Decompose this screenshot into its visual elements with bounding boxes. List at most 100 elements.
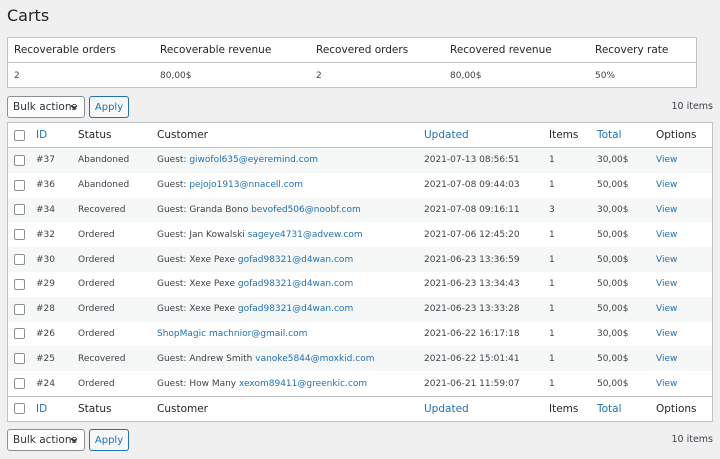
column-header-updated[interactable]: Updated bbox=[424, 123, 469, 147]
column-header-id[interactable]: ID bbox=[36, 123, 47, 147]
cart-status: Recovered bbox=[78, 204, 126, 215]
cart-status: Abandoned bbox=[78, 180, 130, 191]
row-checkbox[interactable] bbox=[14, 179, 25, 191]
cart-items: 3 bbox=[549, 204, 555, 215]
cart-customer: Guest: Xexe Pexe gofad98321@d4wan.com bbox=[157, 272, 353, 297]
column-footer-updated[interactable]: Updated bbox=[424, 397, 469, 421]
cart-status: Ordered bbox=[78, 378, 115, 389]
view-link[interactable]: View bbox=[656, 247, 677, 272]
customer-email-link[interactable]: sageye4731@advew.com bbox=[248, 230, 363, 240]
cart-items: 1 bbox=[549, 279, 555, 290]
cart-customer: Guest: giwofol635@eyeremind.com bbox=[157, 148, 318, 173]
view-link[interactable]: View bbox=[656, 371, 677, 396]
column-header-status: Status bbox=[78, 129, 112, 141]
view-link[interactable]: View bbox=[656, 222, 677, 247]
carts-table: ID Status Customer Updated Items Total O… bbox=[7, 122, 713, 422]
cart-total: 50,00$ bbox=[597, 254, 629, 265]
bulk-actions-select-bottom[interactable]: Bulk actions bbox=[7, 429, 85, 451]
row-checkbox[interactable] bbox=[14, 353, 25, 365]
cart-status: Ordered bbox=[78, 304, 115, 315]
table-row: #24 Ordered Guest: How Many xexom89411@gre… bbox=[8, 371, 712, 396]
row-checkbox[interactable] bbox=[14, 303, 25, 315]
cart-updated: 2021-07-06 12:45:20 bbox=[424, 229, 520, 240]
customer-email-link[interactable]: vanoke5844@moxkid.com bbox=[255, 354, 374, 364]
stats-value-recoverable-orders: 2 bbox=[14, 70, 20, 81]
cart-customer: ShopMagic machnior@gmail.com bbox=[157, 322, 307, 347]
row-checkbox[interactable] bbox=[14, 278, 25, 290]
customer-label: Guest: Xexe Pexe bbox=[157, 254, 238, 265]
cart-id: #36 bbox=[36, 180, 55, 191]
view-link[interactable]: View bbox=[656, 346, 677, 371]
cart-total: 30,00$ bbox=[597, 204, 629, 215]
apply-button-bottom[interactable]: Apply bbox=[89, 429, 129, 451]
cart-updated: 2021-06-21 11:59:07 bbox=[424, 378, 520, 389]
customer-email-link[interactable]: giwofol635@eyeremind.com bbox=[189, 155, 318, 165]
view-link[interactable]: View bbox=[656, 148, 677, 173]
column-header-items: Items bbox=[549, 129, 579, 141]
cart-total: 30,00$ bbox=[597, 155, 629, 166]
column-footer-status: Status bbox=[78, 402, 112, 415]
column-header-options: Options bbox=[656, 129, 697, 141]
cart-items: 1 bbox=[549, 353, 555, 364]
column-footer-items: Items bbox=[549, 402, 579, 415]
apply-button[interactable]: Apply bbox=[89, 96, 129, 118]
customer-email-link[interactable]: gofad98321@d4wan.com bbox=[238, 255, 353, 265]
row-checkbox[interactable] bbox=[14, 254, 25, 266]
recovery-stats-table: Recoverable orders Recoverable revenue R… bbox=[7, 37, 697, 88]
view-link[interactable]: View bbox=[656, 198, 677, 223]
cart-items: 1 bbox=[549, 304, 555, 315]
table-row: #34 Recovered Guest: Granda Bono bevofed50… bbox=[8, 197, 712, 223]
cart-updated: 2021-06-23 13:36:59 bbox=[424, 254, 520, 265]
customer-email-link[interactable]: ShopMagic machnior@gmail.com bbox=[157, 329, 307, 339]
cart-total: 50,00$ bbox=[597, 279, 629, 290]
column-footer-options: Options bbox=[656, 402, 697, 415]
table-row: #36 Abandoned Guest: pejojo1913@nnacell.co… bbox=[8, 173, 712, 198]
customer-email-link[interactable]: gofad98321@d4wan.com bbox=[238, 279, 353, 289]
cart-customer: Guest: Jan Kowalski sageye4731@advew.com bbox=[157, 222, 363, 247]
customer-label: Guest: bbox=[157, 155, 190, 166]
cart-updated: 2021-06-23 13:33:28 bbox=[424, 304, 520, 315]
row-checkbox[interactable] bbox=[14, 229, 25, 241]
bulk-actions-select[interactable]: Bulk actions bbox=[7, 96, 85, 118]
row-checkbox[interactable] bbox=[14, 154, 25, 166]
cart-status: Ordered bbox=[78, 254, 115, 265]
cart-updated: 2021-06-22 16:17:18 bbox=[424, 328, 520, 339]
cart-items: 1 bbox=[549, 155, 555, 166]
cart-status: Ordered bbox=[78, 279, 115, 290]
cart-items: 1 bbox=[549, 254, 555, 265]
customer-label: Guest: Andrew Smith bbox=[157, 353, 256, 364]
customer-email-link[interactable]: xexom89411@greenkic.com bbox=[239, 379, 367, 389]
cart-customer: Guest: pejojo1913@nnacell.com bbox=[157, 173, 303, 198]
column-footer-total[interactable]: Total bbox=[597, 397, 622, 421]
cart-status: Recovered bbox=[78, 353, 126, 364]
select-all-checkbox-footer[interactable] bbox=[14, 403, 25, 415]
cart-id: #25 bbox=[36, 353, 55, 364]
view-link[interactable]: View bbox=[656, 272, 677, 297]
customer-email-link[interactable]: pejojo1913@nnacell.com bbox=[189, 180, 303, 190]
column-header-total[interactable]: Total bbox=[597, 123, 622, 147]
cart-updated: 2021-07-08 09:44:03 bbox=[424, 180, 520, 191]
cart-id: #29 bbox=[36, 279, 55, 290]
cart-status: Ordered bbox=[78, 229, 115, 240]
cart-id: #26 bbox=[36, 328, 55, 339]
chevron-down-icon bbox=[70, 438, 78, 443]
customer-label: Guest: Granda Bono bbox=[157, 204, 252, 215]
bulk-actions-label: Bulk actions bbox=[13, 101, 77, 113]
select-all-checkbox[interactable] bbox=[14, 129, 25, 141]
stats-header-recovery-rate: Recovery rate bbox=[595, 44, 669, 56]
row-checkbox[interactable] bbox=[14, 204, 25, 216]
row-checkbox[interactable] bbox=[14, 328, 25, 340]
cart-total: 50,00$ bbox=[597, 180, 629, 191]
row-checkbox[interactable] bbox=[14, 378, 25, 390]
customer-email-link[interactable]: gofad98321@d4wan.com bbox=[238, 304, 353, 314]
cart-customer: Guest: Granda Bono bevofed506@noobf.com bbox=[157, 198, 361, 223]
column-footer-id[interactable]: ID bbox=[36, 397, 47, 421]
customer-email-link[interactable]: bevofed506@noobf.com bbox=[251, 205, 361, 215]
items-count-bottom: 10 items bbox=[671, 434, 713, 445]
customer-label: Guest: bbox=[157, 180, 190, 191]
view-link[interactable]: View bbox=[656, 322, 677, 347]
table-row: #37 Abandoned Guest: giwofol635@eyeremind.… bbox=[8, 148, 712, 173]
view-link[interactable]: View bbox=[656, 297, 677, 322]
cart-id: #28 bbox=[36, 304, 55, 315]
view-link[interactable]: View bbox=[656, 173, 677, 198]
